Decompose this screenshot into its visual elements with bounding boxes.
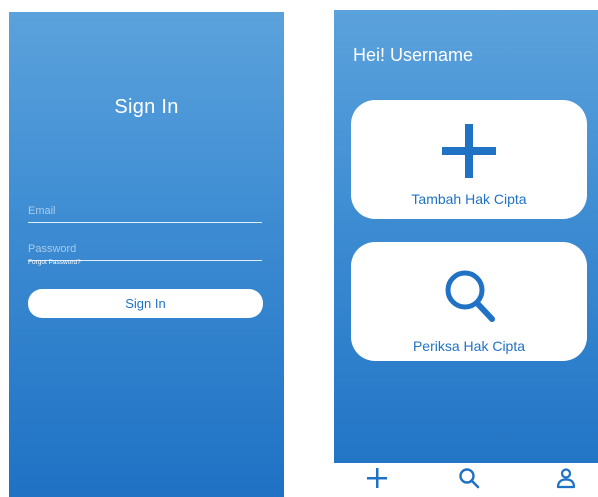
check-copyright-card[interactable]: Periksa Hak Cipta	[351, 242, 587, 361]
add-copyright-card[interactable]: Tambah Hak Cipta	[351, 100, 587, 219]
user-icon	[555, 467, 577, 494]
password-field[interactable]	[28, 238, 262, 261]
nav-add-button[interactable]	[362, 466, 392, 494]
add-copyright-label: Tambah Hak Cipta	[411, 191, 527, 207]
email-field[interactable]	[28, 200, 262, 223]
signin-screen: Sign In Forgot Password? Sign In	[9, 12, 284, 497]
sign-in-button[interactable]: Sign In	[28, 289, 263, 318]
check-copyright-label: Periksa Hak Cipta	[412, 338, 526, 354]
page-title: Sign In	[114, 96, 179, 118]
nav-profile-button[interactable]	[551, 466, 581, 494]
nav-search-button[interactable]	[454, 466, 484, 494]
bottom-nav	[334, 463, 598, 497]
plus-icon	[351, 122, 587, 180]
search-icon	[351, 264, 587, 326]
forgot-password-link[interactable]: Forgot Password?	[28, 259, 81, 266]
greeting-title: Hei! Username	[353, 45, 474, 65]
home-screen: Hei! Username Tambah Hak Cipta Periksa H…	[334, 10, 598, 497]
search-icon	[458, 467, 480, 494]
plus-icon	[366, 467, 388, 494]
